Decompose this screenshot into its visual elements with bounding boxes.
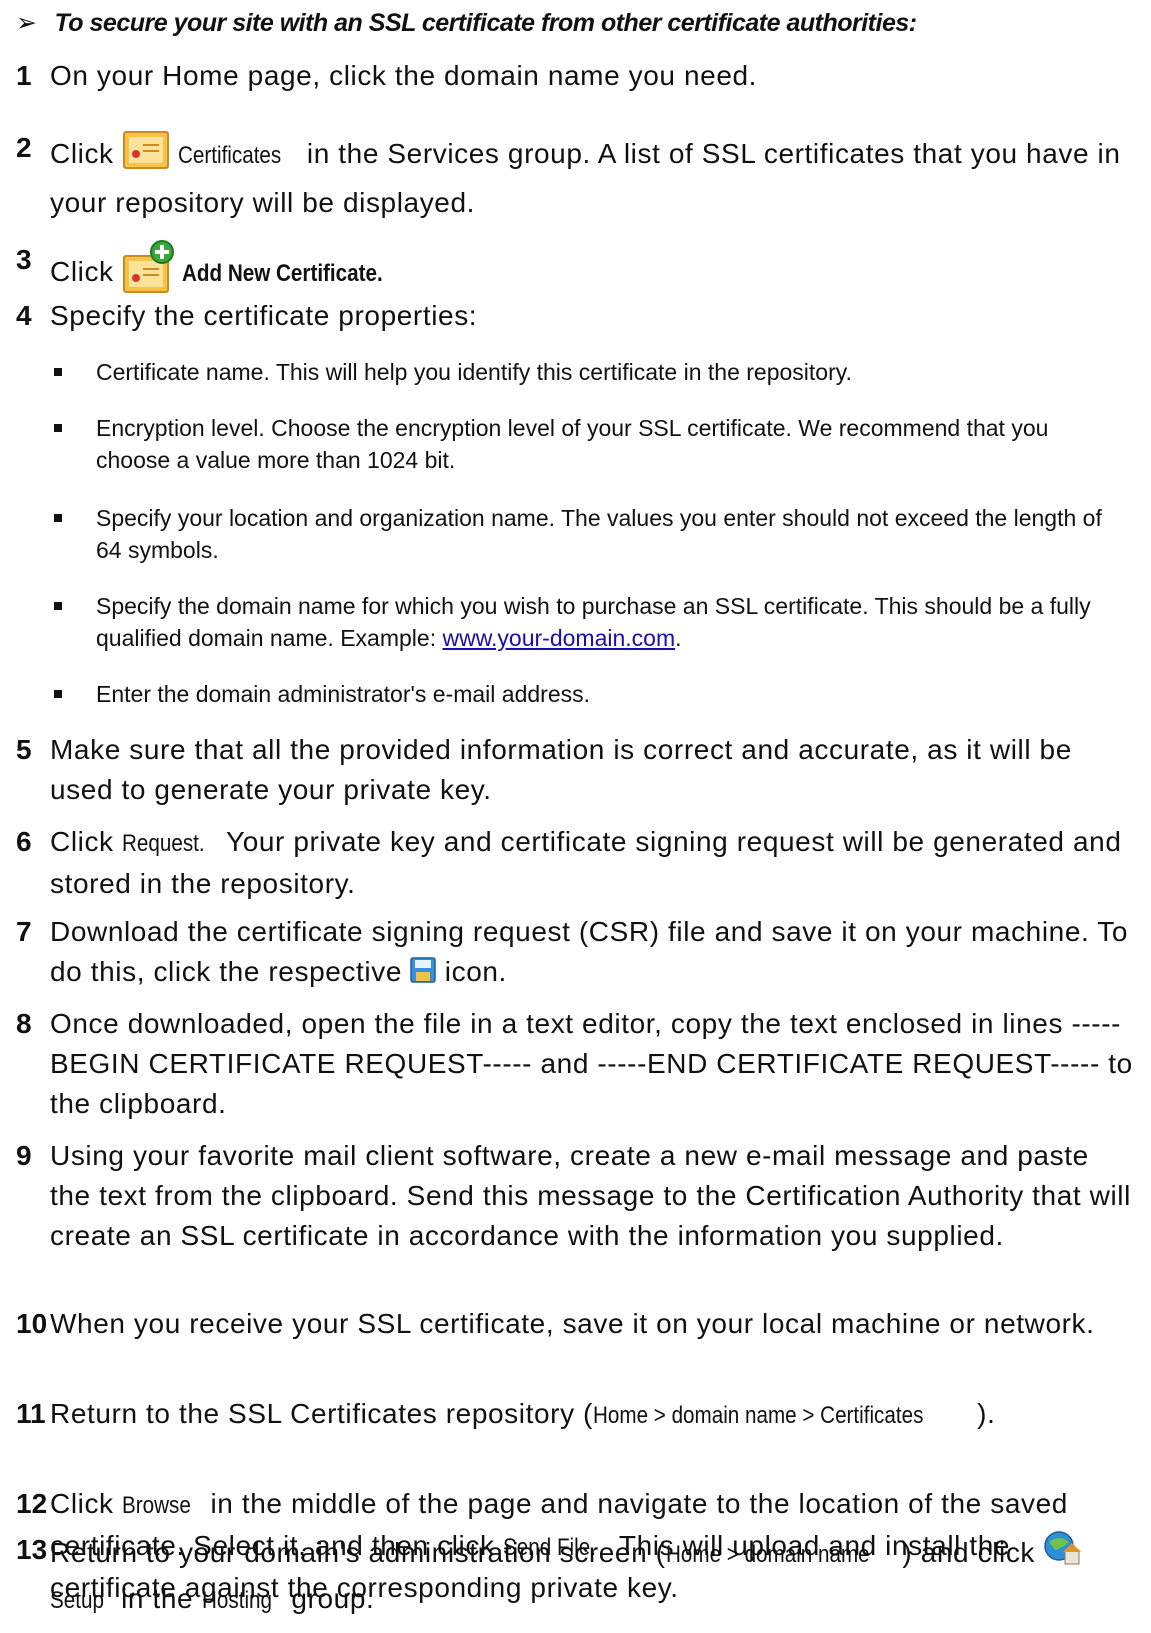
step-number: 4: [16, 300, 32, 331]
property-text: Specify your location and organization n…: [96, 505, 1102, 563]
certificate-icon: [122, 128, 170, 183]
property-item: Specify your location and organization n…: [54, 502, 1126, 566]
step-text: group.: [291, 1583, 375, 1614]
property-text: Enter the domain administrator's e-mail …: [96, 681, 590, 707]
property-item: Certificate name. This will help you ide…: [54, 356, 1126, 388]
document-page: ➢ To secure your site with an SSL certifi…: [0, 0, 1151, 1633]
step-13: 13 Return to your domain's administratio…: [16, 1530, 1136, 1621]
floppy-disk-icon: [410, 954, 437, 994]
step-body: Click Request. Your private key and cert…: [50, 822, 1136, 904]
breadcrumb-path: Home > domain name > Certificates: [592, 1402, 924, 1429]
property-text: Certificate name. This will help you ide…: [96, 359, 852, 385]
step-number: 11: [16, 1398, 46, 1429]
step-body: Download the certificate signing request…: [50, 912, 1136, 994]
step-text: On your Home page, click the domain name…: [50, 60, 758, 91]
step-number: 2: [16, 132, 32, 163]
step-text: Click: [50, 1488, 114, 1519]
step-5: 5 Make sure that all the provided inform…: [16, 730, 1136, 810]
step-text: Click: [50, 255, 114, 287]
step-text: Download the certificate signing request…: [50, 916, 1129, 987]
step-text: in the: [121, 1583, 194, 1614]
step-10: 10 When you receive your SSL certificate…: [16, 1304, 1136, 1344]
step-number: 9: [16, 1140, 32, 1171]
property-item: Encryption level. Choose the encryption …: [54, 412, 1126, 476]
certificates-label: Certificates: [178, 141, 282, 169]
request-label: Request.: [122, 830, 205, 857]
step-text: Return to your domain's administration s…: [50, 1536, 666, 1568]
step-number: 6: [16, 826, 32, 857]
step-text: Using your favorite mail client software…: [50, 1140, 1131, 1251]
step-number: 5: [16, 734, 32, 765]
step-4: 4 Specify the certificate properties:: [16, 296, 1136, 336]
step-8: 8 Once downloaded, open the file in a te…: [16, 1004, 1136, 1124]
step-9: 9 Using your favorite mail client softwa…: [16, 1136, 1136, 1256]
step-text: ).: [977, 1398, 996, 1429]
step-body: Click Certificates in the Services group…: [50, 128, 1136, 223]
property-text: .: [675, 625, 682, 651]
example-domain-link[interactable]: www.your-domain.com: [442, 625, 675, 651]
step-7: 7 Download the certificate signing reque…: [16, 912, 1136, 994]
procedure-title-text: To secure your site with an SSL certific…: [54, 9, 917, 37]
property-item: Enter the domain administrator's e-mail …: [54, 678, 1126, 710]
step-number: 8: [16, 1008, 32, 1039]
hosting-label: Hosting: [201, 1587, 272, 1614]
property-text: Encryption level. Choose the encryption …: [96, 415, 1049, 473]
step-6: 6 Click Request. Your private key and ce…: [16, 822, 1136, 904]
step-number: 1: [16, 60, 32, 91]
step-text: Click: [50, 826, 114, 857]
step-number: 12: [16, 1488, 48, 1519]
step-text: Click: [50, 137, 114, 169]
step-number: 3: [16, 244, 32, 275]
step-text: Once downloaded, open the file in a text…: [50, 1008, 1133, 1119]
step-number: 10: [16, 1308, 48, 1339]
step-1: 1 On your Home page, click the domain na…: [16, 56, 1136, 96]
step-body: Return to the SSL Certificates repositor…: [50, 1394, 1136, 1436]
procedure-title: ➢ To secure your site with an SSL certifi…: [16, 8, 917, 38]
step-text: Return to the SSL Certificates repositor…: [50, 1398, 593, 1429]
browse-label: Browse: [122, 1492, 191, 1519]
setup-label: Setup: [50, 1587, 104, 1614]
step-text: Make sure that all the provided informat…: [50, 734, 1072, 805]
step-text: icon.: [444, 956, 507, 987]
breadcrumb-path: Home > domain name: [665, 1540, 870, 1568]
step-2: 2 Click Certificates in the Services gro…: [16, 128, 1136, 223]
step-number: 7: [16, 916, 32, 947]
add-new-certificate-label: Add New Certificate.: [182, 259, 384, 287]
step-11: 11 Return to the SSL Certificates reposi…: [16, 1394, 1136, 1436]
procedure-arrow-icon: ➢: [16, 9, 37, 37]
step-text: When you receive your SSL certificate, s…: [50, 1308, 1095, 1339]
step-body: Return to your domain's administration s…: [50, 1530, 1136, 1621]
step-text: Specify the certificate properties:: [50, 300, 478, 331]
step-number: 13: [16, 1534, 48, 1565]
property-item: Specify the domain name for which you wi…: [54, 590, 1126, 654]
step-text: ) and click: [902, 1536, 1036, 1568]
hosting-setup-icon: [1043, 1530, 1083, 1579]
step-text: Your private key and certificate signing…: [50, 826, 1122, 899]
